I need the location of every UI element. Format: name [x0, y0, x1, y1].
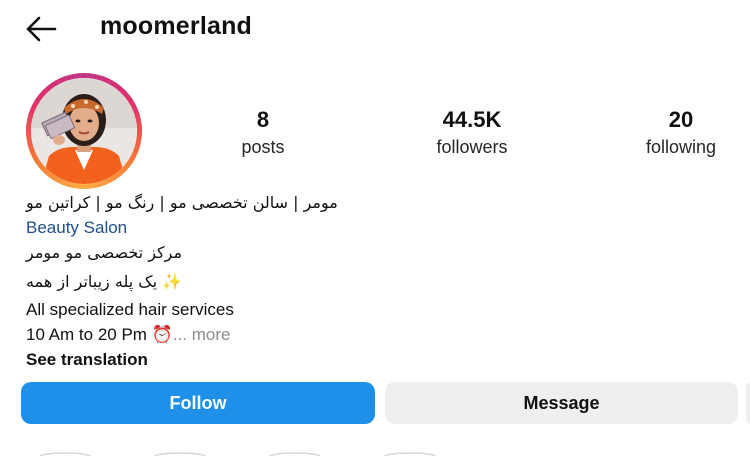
followers-count: 44.5K [442, 107, 502, 132]
follow-button[interactable]: Follow [21, 382, 375, 424]
more-actions-button[interactable] [746, 382, 750, 424]
see-translation-link[interactable]: See translation [26, 350, 148, 369]
bio-name-line: مومر | سالن تخصصی مو | رنگ مو | کراتین م… [26, 193, 338, 212]
profile-bio: مومر | سالن تخصصی مو | رنگ مو | کراتین م… [26, 190, 726, 372]
following-count: 20 [668, 107, 694, 132]
message-button[interactable]: Message [385, 382, 738, 424]
profile-username: moomerland [100, 12, 253, 40]
highlights-row-edge [0, 443, 750, 461]
bio-category[interactable]: Beauty Salon [26, 218, 127, 237]
bio-line-2: ✨ یک پله زیباتر از همه [26, 272, 183, 291]
more-link[interactable]: ... more [173, 325, 231, 344]
stat-following[interactable]: 20 following [611, 106, 750, 160]
bio-line-4: 10 Am to 20 Pm ⏰ [26, 325, 173, 344]
back-arrow-icon[interactable] [24, 14, 58, 44]
following-label: following [645, 137, 717, 157]
bio-line-1: مرکز تخصصی مو مومر [26, 243, 183, 262]
avatar-story-ring[interactable] [26, 73, 142, 189]
stat-posts[interactable]: 8 posts [193, 106, 333, 160]
posts-count: 8 [256, 107, 270, 132]
followers-label: followers [436, 137, 508, 157]
avatar[interactable] [31, 78, 137, 184]
bio-line-3: All specialized hair services [26, 300, 234, 319]
posts-label: posts [241, 137, 285, 157]
stat-followers[interactable]: 44.5K followers [402, 106, 542, 160]
top-bar: moomerland [0, 0, 750, 58]
